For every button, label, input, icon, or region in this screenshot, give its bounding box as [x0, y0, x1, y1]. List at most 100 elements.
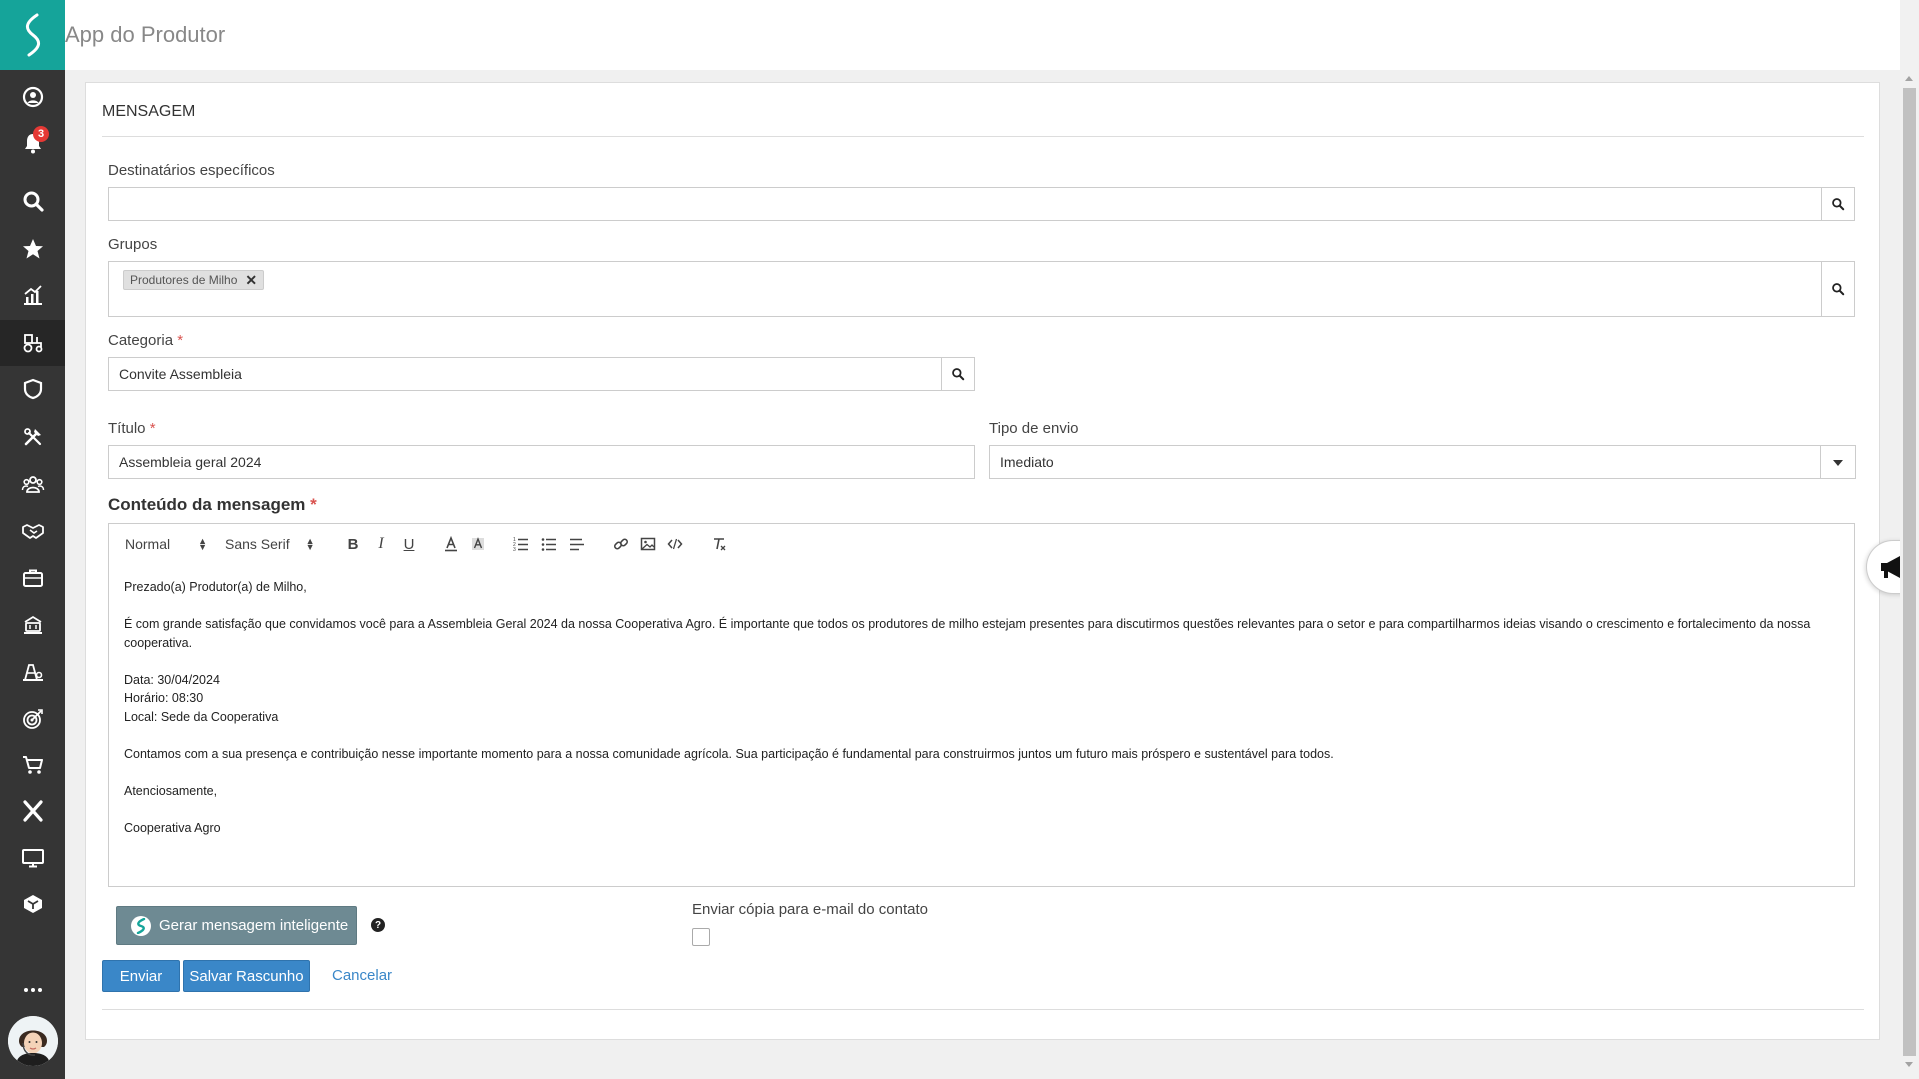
- scroll-up-icon[interactable]: [1905, 76, 1913, 81]
- remove-tag-icon[interactable]: ✕: [245, 272, 257, 289]
- sidebar-item-business[interactable]: [0, 555, 65, 601]
- editor-toolbar: Normal ▲ ▼ Sans Serif ▲ ▼ B I U 123: [108, 523, 1855, 565]
- size-picker[interactable]: Normal ▲ ▼: [125, 536, 207, 552]
- code-button[interactable]: [665, 534, 685, 554]
- team-icon: [21, 476, 44, 493]
- user-avatar[interactable]: [8, 1016, 58, 1066]
- groups-search-button[interactable]: [1821, 261, 1855, 317]
- italic-button[interactable]: I: [371, 534, 391, 554]
- content-label: Conteúdo da mensagem *: [108, 495, 317, 515]
- sidebar-item-farm[interactable]: [0, 649, 65, 695]
- clear-format-icon: [714, 538, 726, 551]
- sidebar-item-analytics[interactable]: [0, 272, 65, 318]
- size-picker-value: Normal: [125, 536, 171, 552]
- sidebar-item-x[interactable]: [0, 788, 65, 834]
- underline-button[interactable]: U: [399, 534, 419, 554]
- search-icon: [1832, 198, 1845, 211]
- sidebar-item-producer[interactable]: [0, 320, 65, 366]
- editor-paragraph: Cooperativa Agro: [124, 820, 221, 835]
- avatar-icon: [8, 1016, 58, 1066]
- title-required: *: [149, 420, 156, 437]
- svg-text:3: 3: [513, 547, 516, 552]
- scroll-thumb[interactable]: [1903, 88, 1916, 1056]
- background-color-button[interactable]: [468, 534, 488, 554]
- message-panel: MENSAGEM Destinatários específicos Grupo…: [85, 82, 1880, 1040]
- clear-format-button[interactable]: [709, 534, 729, 554]
- title-label: Título *: [108, 420, 156, 437]
- updown-icon: ▲ ▼: [198, 536, 208, 552]
- sidebar-item-team[interactable]: [0, 461, 65, 507]
- sidebar-item-dropbox[interactable]: [0, 881, 65, 927]
- message-editor[interactable]: Prezado(a) Produtor(a) de Milho, É com g…: [108, 564, 1855, 887]
- font-picker[interactable]: Sans Serif ▲ ▼: [225, 536, 315, 552]
- sidebar-item-search[interactable]: [0, 178, 65, 224]
- cancel-link[interactable]: Cancelar: [332, 967, 392, 984]
- x-icon: [22, 800, 43, 822]
- help-icon[interactable]: ?: [371, 918, 385, 932]
- notification-badge: 3: [33, 126, 49, 142]
- groups-input[interactable]: Produtores de Milho ✕: [108, 261, 1822, 317]
- font-picker-value: Sans Serif: [225, 536, 290, 552]
- sidebar-item-more[interactable]: [0, 967, 65, 1013]
- recipients-search-button[interactable]: [1821, 187, 1855, 221]
- sidebar-item-profile[interactable]: [0, 74, 65, 120]
- cart-icon: [22, 756, 43, 774]
- text-color-button[interactable]: [441, 534, 461, 554]
- sidebar-item-monitor[interactable]: [0, 835, 65, 881]
- app-title: App do Produtor: [65, 22, 226, 47]
- chart-icon: [23, 285, 42, 305]
- text-color-icon: [445, 536, 457, 552]
- category-required: *: [177, 332, 184, 349]
- category-label-text: Categoria: [108, 332, 174, 349]
- sidebar-item-goals[interactable]: [0, 696, 65, 742]
- editor-paragraph: É com grande satisfação que convidamos v…: [124, 617, 1811, 650]
- scroll-down-icon[interactable]: [1905, 1062, 1913, 1067]
- recipients-input[interactable]: [108, 187, 1822, 221]
- editor-paragraph: [124, 763, 1839, 782]
- logo-icon: [25, 13, 40, 57]
- group-tag-label: Produtores de Milho: [130, 273, 238, 287]
- tractor-icon: [23, 334, 42, 353]
- category-input[interactable]: Convite Assembleia: [108, 357, 942, 391]
- recipients-label: Destinatários específicos: [108, 162, 275, 179]
- editor-paragraph: [124, 652, 1839, 671]
- send-type-select[interactable]: Imediato: [989, 445, 1856, 479]
- panel-divider-bottom: [102, 1009, 1864, 1010]
- search-icon: [23, 191, 44, 212]
- bold-button[interactable]: B: [343, 534, 363, 554]
- sidebar-item-favorites[interactable]: [0, 226, 65, 272]
- sidebar-item-notifications[interactable]: 3: [0, 120, 65, 166]
- generate-smart-message-button[interactable]: Gerar mensagem inteligente: [116, 906, 357, 945]
- image-button[interactable]: [638, 534, 658, 554]
- sidebar-item-partners[interactable]: [0, 508, 65, 554]
- link-icon: [613, 538, 629, 550]
- more-icon: [23, 988, 42, 992]
- editor-paragraph: Local: Sede da Cooperativa: [124, 709, 279, 724]
- title-input[interactable]: Assembleia geral 2024: [108, 445, 975, 479]
- sidebar-item-tools[interactable]: [0, 414, 65, 460]
- ordered-list-button[interactable]: 123: [511, 534, 531, 554]
- app-logo[interactable]: [0, 0, 65, 70]
- sidebar-item-store[interactable]: [0, 742, 65, 788]
- category-label: Categoria *: [108, 332, 183, 349]
- sidebar-item-finance[interactable]: [0, 602, 65, 648]
- select-divider: [1820, 446, 1821, 478]
- sidebar-item-security[interactable]: [0, 366, 65, 412]
- send-button[interactable]: Enviar: [102, 960, 180, 992]
- align-button[interactable]: [567, 534, 587, 554]
- target-icon: [22, 709, 43, 729]
- shield-icon: [23, 378, 42, 400]
- editor-paragraph: Data: 30/04/2024: [124, 672, 220, 687]
- bank-icon: [23, 615, 42, 634]
- category-search-button[interactable]: [941, 357, 975, 391]
- panel-title: MENSAGEM: [102, 103, 196, 120]
- link-button[interactable]: [611, 534, 631, 554]
- page-scrollbar[interactable]: [1900, 0, 1919, 1079]
- bullet-list-button[interactable]: [539, 534, 559, 554]
- send-type-value: Imediato: [1000, 454, 1054, 470]
- groups-label: Grupos: [108, 236, 158, 253]
- editor-paragraph: Horário: 08:30: [124, 691, 204, 705]
- content-label-text: Conteúdo da mensagem: [108, 495, 306, 514]
- copy-email-checkbox[interactable]: [692, 928, 710, 946]
- save-draft-button[interactable]: Salvar Rascunho: [183, 960, 310, 992]
